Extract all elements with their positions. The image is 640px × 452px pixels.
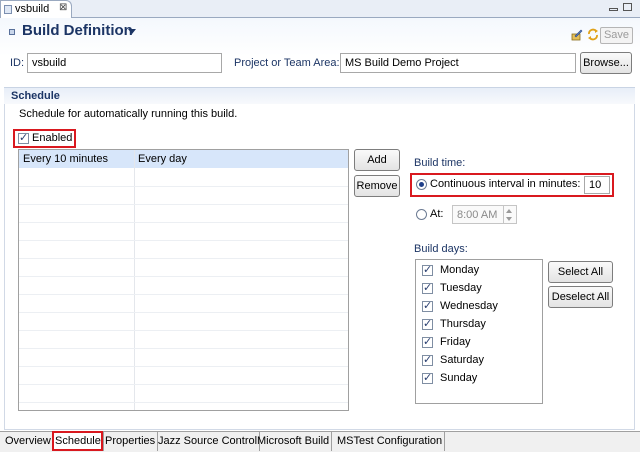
build-days-label: Build days: <box>414 243 468 255</box>
tab-mstest-configuration[interactable]: MSTest Configuration <box>335 432 446 451</box>
column-divider <box>134 150 135 410</box>
day-label-wednesday: Wednesday <box>440 300 498 312</box>
enabled-checkbox[interactable]: ✓ <box>18 132 29 144</box>
day-checkbox-sunday[interactable]: ✓ <box>422 372 433 384</box>
project-label: Project or Team Area: <box>234 57 340 69</box>
editor-tab-label: vsbuild <box>15 3 50 15</box>
at-radio[interactable] <box>416 209 427 220</box>
check-icon: ✓ <box>423 372 433 384</box>
check-icon: ✓ <box>423 318 433 330</box>
check-icon: ✓ <box>423 282 433 294</box>
table-cell-interval: Every 10 minutes <box>23 153 108 165</box>
tab-microsoft-build[interactable]: Microsoft Build <box>255 432 333 451</box>
row-divider <box>19 276 348 277</box>
spin-down-icon[interactable] <box>506 217 512 221</box>
row-divider <box>19 402 348 403</box>
row-divider <box>19 258 348 259</box>
editor-tab-strip <box>0 0 640 18</box>
day-checkbox-monday[interactable]: ✓ <box>422 264 433 276</box>
refresh-icon[interactable] <box>587 28 599 41</box>
browse-button[interactable]: Browse... <box>580 52 632 74</box>
check-icon: ✓ <box>423 264 433 276</box>
row-divider <box>19 186 348 187</box>
schedule-tab-highlight <box>52 431 103 451</box>
tab-jazz-source-control[interactable]: Jazz Source Control <box>156 432 261 451</box>
day-checkbox-wednesday[interactable]: ✓ <box>422 300 433 312</box>
day-checkbox-tuesday[interactable]: ✓ <box>422 282 433 294</box>
maximize-icon[interactable] <box>623 3 632 11</box>
chevron-down-icon[interactable] <box>128 29 136 34</box>
row-divider <box>19 240 348 241</box>
check-icon: ✓ <box>19 132 29 144</box>
check-icon: ✓ <box>423 336 433 348</box>
day-label-sunday: Sunday <box>440 372 478 384</box>
row-divider <box>19 330 348 331</box>
save-button[interactable]: Save <box>600 27 633 44</box>
section-description: Schedule for automatically running this … <box>19 108 238 120</box>
project-input[interactable]: MS Build Demo Project <box>340 53 576 73</box>
build-days-list <box>415 259 543 404</box>
row-divider <box>19 204 348 205</box>
table-cell-days: Every day <box>138 153 187 165</box>
row-divider <box>19 222 348 223</box>
deselect-all-button[interactable]: Deselect All <box>548 286 613 308</box>
row-divider <box>19 366 348 367</box>
page-title[interactable]: Build Definition <box>22 22 133 39</box>
row-divider <box>19 348 348 349</box>
schedule-table[interactable] <box>18 149 349 411</box>
day-label-tuesday: Tuesday <box>440 282 482 294</box>
tab-properties[interactable]: Properties <box>103 432 159 451</box>
continuous-label: Continuous interval in minutes: <box>430 178 581 190</box>
day-label-thursday: Thursday <box>440 318 486 330</box>
select-all-button[interactable]: Select All <box>548 261 613 283</box>
day-checkbox-thursday[interactable]: ✓ <box>422 318 433 330</box>
row-divider <box>19 384 348 385</box>
build-definition-icon <box>9 29 15 35</box>
check-icon: ✓ <box>423 300 433 312</box>
tab-overview[interactable]: Overview <box>3 432 54 451</box>
day-label-friday: Friday <box>440 336 471 348</box>
row-divider <box>19 294 348 295</box>
continuous-radio[interactable] <box>416 179 427 190</box>
build-time-label: Build time: <box>414 157 466 169</box>
at-label: At: <box>430 208 444 220</box>
minimize-icon[interactable] <box>609 8 618 11</box>
interval-input[interactable]: 10 <box>584 176 610 194</box>
day-checkbox-friday[interactable]: ✓ <box>422 336 433 348</box>
section-title: Schedule <box>11 90 60 102</box>
edit-icon[interactable] <box>571 29 583 41</box>
id-label: ID: <box>10 57 25 69</box>
remove-button[interactable]: Remove <box>354 175 400 197</box>
schedule-section-header <box>4 87 635 104</box>
id-input[interactable]: vsbuild <box>27 53 222 73</box>
add-button[interactable]: Add <box>354 149 400 171</box>
row-divider <box>19 312 348 313</box>
enabled-label: Enabled <box>32 132 73 144</box>
editor-tab-vsbuild[interactable]: vsbuild ⊠ <box>0 0 72 18</box>
close-icon[interactable]: ⊠ <box>59 2 67 13</box>
spin-up-icon[interactable] <box>506 209 512 213</box>
day-checkbox-saturday[interactable]: ✓ <box>422 354 433 366</box>
day-label-monday: Monday <box>440 264 480 276</box>
day-label-saturday: Saturday <box>440 354 485 366</box>
file-icon <box>4 5 12 14</box>
check-icon: ✓ <box>423 354 433 366</box>
